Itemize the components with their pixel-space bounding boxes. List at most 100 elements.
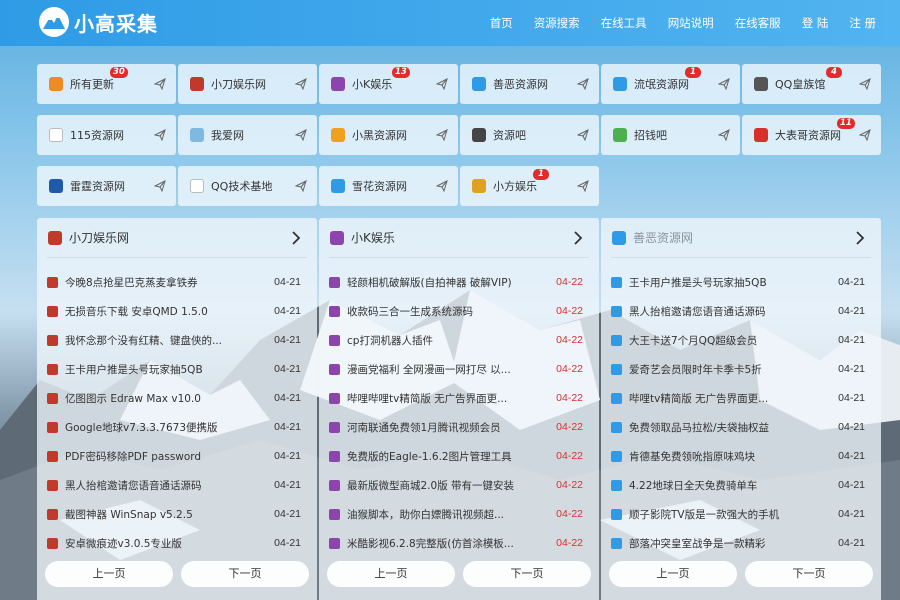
source-tile[interactable]: 小K娱乐 13 [319, 64, 458, 104]
panel-header[interactable]: 小K娱乐 [329, 218, 589, 258]
list-item-title[interactable]: 4.22地球日全天免费骑单车 [629, 478, 829, 493]
nav-home[interactable]: 首页 [490, 15, 513, 31]
send-icon[interactable] [295, 129, 307, 141]
prev-page-button[interactable]: 上一页 [609, 561, 737, 587]
send-icon[interactable] [859, 78, 871, 90]
list-item-title[interactable]: 顺子影院TV版是一款强大的手机 [629, 507, 829, 522]
source-tile[interactable]: 大表哥资源网 11 [742, 115, 881, 155]
list-item[interactable]: 收款码三合一生成系统源码 04-22 [329, 301, 589, 321]
list-item-title[interactable]: 免费领取品马拉松/夫袋抽权益 [629, 420, 829, 435]
list-item[interactable]: PDF密码移除PDF password 04-21 [47, 446, 307, 466]
source-tile[interactable]: QQ皇族馆 4 [742, 64, 881, 104]
next-page-button[interactable]: 下一页 [463, 561, 591, 587]
prev-page-button[interactable]: 上一页 [45, 561, 173, 587]
list-item[interactable]: 我怀念那个没有红精、键盘侠的... 04-21 [47, 330, 307, 350]
list-item-title[interactable]: PDF密码移除PDF password [65, 449, 265, 464]
send-icon[interactable] [295, 180, 307, 192]
list-item-title[interactable]: 轻颜相机破解版(自拍神器 破解VIP) [347, 275, 547, 290]
nav-resource-search[interactable]: 资源搜索 [534, 15, 580, 31]
list-item[interactable]: 部落冲突皇室战争是一款精彩 04-21 [611, 533, 871, 553]
list-item[interactable]: 肯德基免费领吮指原味鸡块 04-21 [611, 446, 871, 466]
chevron-right-icon[interactable] [855, 231, 865, 245]
list-item[interactable]: 爱奇艺会员限时年卡季卡5折 04-21 [611, 359, 871, 379]
list-item-title[interactable]: 哔哩tv精简版 无广告界面更... [629, 391, 829, 406]
site-logo[interactable]: 小高采集 [38, 3, 158, 41]
send-icon[interactable] [154, 129, 166, 141]
source-tile[interactable]: 115资源网 [37, 115, 176, 155]
send-icon[interactable] [577, 180, 589, 192]
send-icon[interactable] [436, 180, 448, 192]
list-item[interactable]: 免费领取品马拉松/夫袋抽权益 04-21 [611, 417, 871, 437]
send-icon[interactable] [436, 129, 448, 141]
send-icon[interactable] [154, 180, 166, 192]
list-item[interactable]: 最新版微型商城2.0版 带有一键安装 04-22 [329, 475, 589, 495]
list-item-title[interactable]: 收款码三合一生成系统源码 [347, 304, 547, 319]
list-item[interactable]: Google地球v7.3.3.7673便携版 04-21 [47, 417, 307, 437]
list-item[interactable]: 大王卡送7个月QQ超级会员 04-21 [611, 330, 871, 350]
list-item-title[interactable]: 油猴脚本，助你白嫖腾讯视频超... [347, 507, 547, 522]
list-item[interactable]: 哔哩哔哩tv精简版 无广告界面更... 04-22 [329, 388, 589, 408]
list-item[interactable]: 王卡用户推是头号玩家抽5QB 04-21 [611, 272, 871, 292]
chevron-right-icon[interactable] [573, 231, 583, 245]
list-item[interactable]: 4.22地球日全天免费骑单车 04-21 [611, 475, 871, 495]
send-icon[interactable] [295, 78, 307, 90]
list-item[interactable]: 截图神器 WinSnap v5.2.5 04-21 [47, 504, 307, 524]
list-item-title[interactable]: 王卡用户推是头号玩家抽5QB [65, 362, 265, 377]
source-tile[interactable]: 善恶资源网 [460, 64, 599, 104]
list-item[interactable]: 黑人抬棺邀请您语音通话源码 04-21 [611, 301, 871, 321]
list-item[interactable]: 王卡用户推是头号玩家抽5QB 04-21 [47, 359, 307, 379]
list-item[interactable]: 顺子影院TV版是一款强大的手机 04-21 [611, 504, 871, 524]
source-tile[interactable]: 招钱吧 [601, 115, 740, 155]
list-item[interactable]: 免费版的Eagle-1.6.2图片管理工具 04-22 [329, 446, 589, 466]
nav-online-tools[interactable]: 在线工具 [601, 15, 647, 31]
prev-page-button[interactable]: 上一页 [327, 561, 455, 587]
send-icon[interactable] [577, 129, 589, 141]
list-item-title[interactable]: 黑人抬棺邀请您语音通话源码 [65, 478, 265, 493]
send-icon[interactable] [436, 78, 448, 90]
list-item-title[interactable]: 部落冲突皇室战争是一款精彩 [629, 536, 829, 551]
list-item[interactable]: 安卓微痕迹v3.0.5专业版 04-21 [47, 533, 307, 553]
list-item-title[interactable]: 安卓微痕迹v3.0.5专业版 [65, 536, 265, 551]
list-item[interactable]: 今晚8点抢星巴克蒸麦拿铁券 04-21 [47, 272, 307, 292]
list-item-title[interactable]: Google地球v7.3.3.7673便携版 [65, 420, 265, 435]
list-item-title[interactable]: 王卡用户推是头号玩家抽5QB [629, 275, 829, 290]
chevron-right-icon[interactable] [291, 231, 301, 245]
list-item-title[interactable]: 亿图图示 Edraw Max v10.0 [65, 391, 265, 406]
nav-online-service[interactable]: 在线客服 [735, 15, 781, 31]
nav-site-info[interactable]: 网站说明 [668, 15, 714, 31]
send-icon[interactable] [718, 78, 730, 90]
list-item-title[interactable]: 肯德基免费领吮指原味鸡块 [629, 449, 829, 464]
send-icon[interactable] [577, 78, 589, 90]
list-item-title[interactable]: 爱奇艺会员限时年卡季卡5折 [629, 362, 829, 377]
list-item-title[interactable]: 黑人抬棺邀请您语音通话源码 [629, 304, 829, 319]
list-item-title[interactable]: 米酷影视6.2.8完整版(仿首涂模板... [347, 536, 547, 551]
send-icon[interactable] [154, 78, 166, 90]
nav-login[interactable]: 登 陆 [802, 15, 829, 31]
list-item[interactable]: 轻颜相机破解版(自拍神器 破解VIP) 04-22 [329, 272, 589, 292]
list-item[interactable]: 漫画党福利 全网漫画一网打尽 以... 04-22 [329, 359, 589, 379]
send-icon[interactable] [718, 129, 730, 141]
list-item-title[interactable]: 大王卡送7个月QQ超级会员 [629, 333, 829, 348]
source-tile[interactable]: 雷霆资源网 [37, 166, 176, 206]
nav-register[interactable]: 注 册 [849, 15, 876, 31]
source-tile[interactable]: 我爱网 [178, 115, 317, 155]
panel-header[interactable]: 善恶资源网 [611, 218, 871, 258]
list-item[interactable]: 亿图图示 Edraw Max v10.0 04-21 [47, 388, 307, 408]
source-tile[interactable]: 所有更新 30 [37, 64, 176, 104]
list-item[interactable]: cp打洞机器人插件 04-22 [329, 330, 589, 350]
send-icon[interactable] [859, 129, 871, 141]
list-item[interactable]: 油猴脚本，助你白嫖腾讯视频超... 04-22 [329, 504, 589, 524]
list-item-title[interactable]: cp打洞机器人插件 [347, 333, 547, 348]
list-item-title[interactable]: 哔哩哔哩tv精简版 无广告界面更... [347, 391, 547, 406]
list-item-title[interactable]: 无损音乐下载 安卓QMD 1.5.0 [65, 304, 265, 319]
list-item[interactable]: 米酷影视6.2.8完整版(仿首涂模板... 04-22 [329, 533, 589, 553]
list-item[interactable]: 黑人抬棺邀请您语音通话源码 04-21 [47, 475, 307, 495]
list-item[interactable]: 河南联通免费领1月腾讯视频会员 04-22 [329, 417, 589, 437]
source-tile[interactable]: 雪花资源网 [319, 166, 458, 206]
list-item[interactable]: 无损音乐下载 安卓QMD 1.5.0 04-21 [47, 301, 307, 321]
list-item-title[interactable]: 我怀念那个没有红精、键盘侠的... [65, 333, 265, 348]
list-item-title[interactable]: 漫画党福利 全网漫画一网打尽 以... [347, 362, 547, 377]
list-item[interactable]: 哔哩tv精简版 无广告界面更... 04-21 [611, 388, 871, 408]
list-item-title[interactable]: 免费版的Eagle-1.6.2图片管理工具 [347, 449, 547, 464]
source-tile[interactable]: 小刀娱乐网 [178, 64, 317, 104]
